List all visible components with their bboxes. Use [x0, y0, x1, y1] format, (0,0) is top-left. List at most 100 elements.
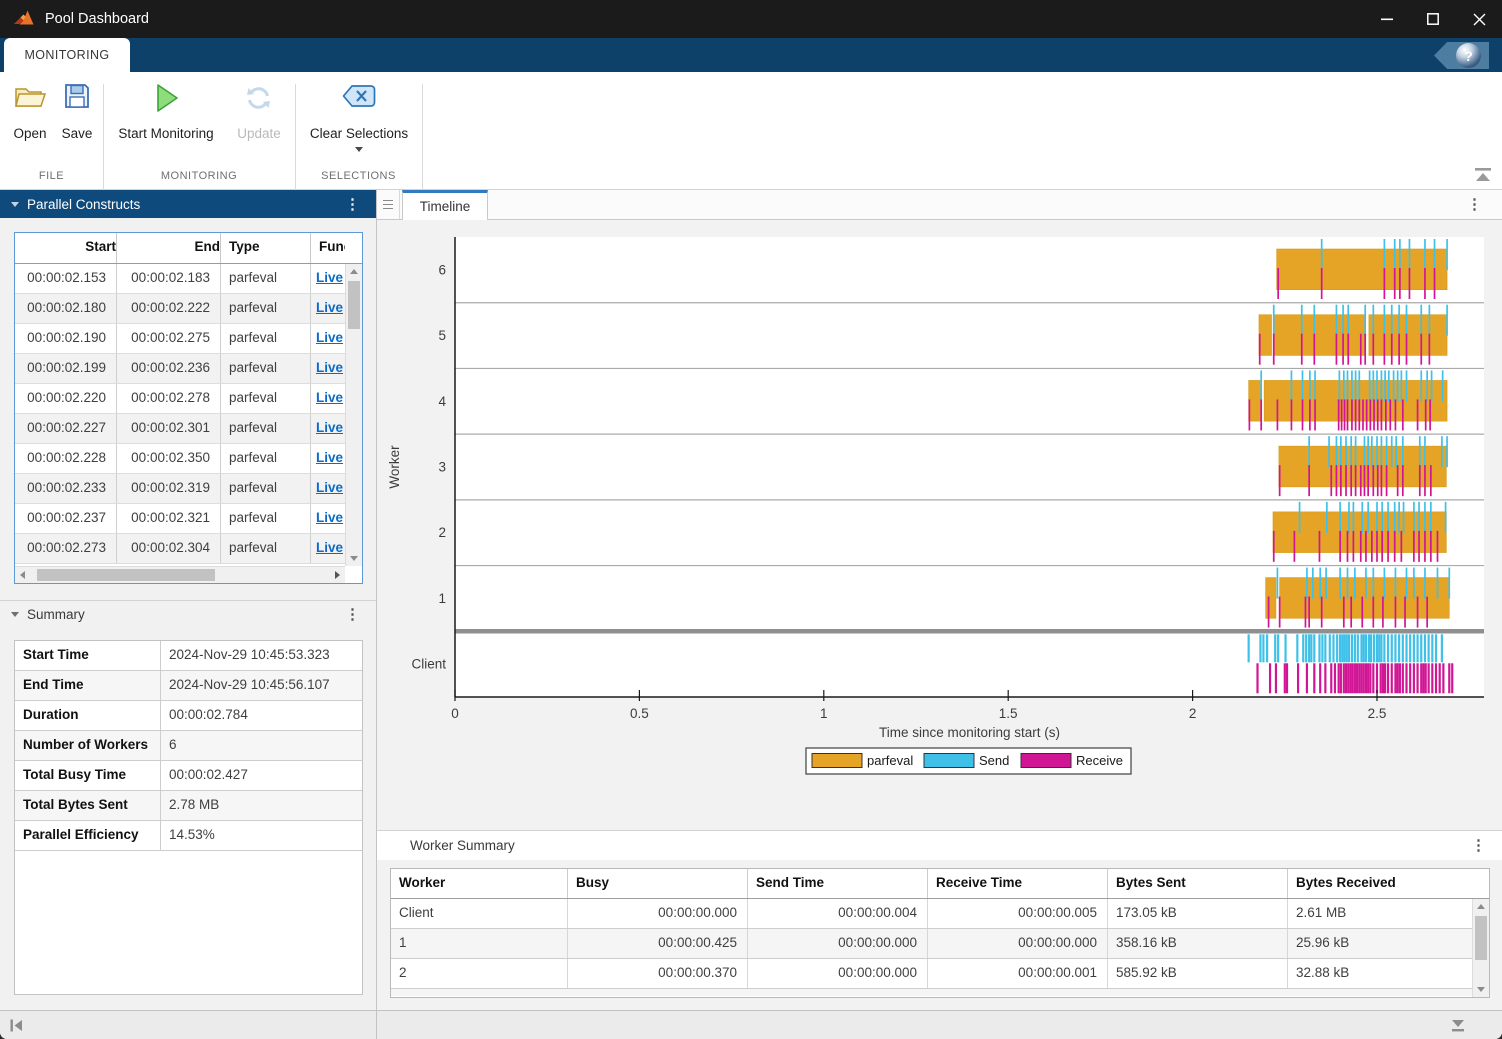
horizontal-scrollbar[interactable]: [15, 566, 345, 583]
vertical-scrollbar[interactable]: [345, 264, 362, 566]
scroll-up-icon[interactable]: [1477, 904, 1485, 909]
chevron-down-icon[interactable]: [355, 147, 363, 152]
table-row[interactable]: 00:00:02.23300:00:02.319parfevalLive: [15, 474, 362, 504]
table-row[interactable]: Client00:00:00.00000:00:00.00400:00:00.0…: [391, 899, 1489, 929]
function-link[interactable]: Live: [316, 390, 343, 405]
start-monitoring-button[interactable]: Start Monitoring: [110, 82, 222, 141]
timeline-chart-svg[interactable]: 00.511.522.5654321ClientTime since monit…: [377, 220, 1502, 830]
clear-selections-button[interactable]: Clear Selections: [302, 82, 416, 152]
summary-value: 00:00:02.427: [161, 761, 362, 790]
column-header-receive-time[interactable]: Receive Time: [928, 869, 1108, 898]
save-icon: [55, 82, 99, 124]
column-header-type[interactable]: Type: [221, 233, 311, 263]
table-row[interactable]: 00:00:02.22000:00:02.278parfevalLive: [15, 384, 362, 414]
maximize-button[interactable]: [1410, 0, 1456, 38]
column-header-bytes-sent[interactable]: Bytes Sent: [1108, 869, 1288, 898]
table-row[interactable]: 00:00:02.18000:00:02.222parfevalLive: [15, 294, 362, 324]
cell-type: parfeval: [221, 414, 311, 443]
collapse-panel-icon[interactable]: [11, 612, 19, 617]
parallel-constructs-header[interactable]: Parallel Constructs ⋮: [0, 190, 376, 218]
table-row[interactable]: 00:00:02.19900:00:02.236parfevalLive: [15, 354, 362, 384]
table-row[interactable]: 00:00:02.23700:00:02.321parfevalLive: [15, 504, 362, 534]
column-header-end[interactable]: End: [117, 233, 221, 263]
cell-receive-time: 00:00:00.001: [928, 959, 1108, 988]
svg-text:Worker: Worker: [387, 445, 402, 489]
function-link[interactable]: Live: [316, 450, 343, 465]
collapse-panel-icon[interactable]: [11, 202, 19, 207]
cell-send-time: 00:00:00.000: [748, 959, 928, 988]
table-row[interactable]: 00:00:02.22800:00:02.350parfevalLive: [15, 444, 362, 474]
window-title: Pool Dashboard: [45, 11, 149, 27]
function-link[interactable]: Live: [316, 480, 343, 495]
scroll-down-icon[interactable]: [1477, 987, 1485, 992]
column-header-function[interactable]: Function: [311, 233, 345, 263]
panel-title: Summary: [27, 607, 85, 622]
open-button[interactable]: Open: [8, 82, 52, 141]
summary-row: Total Busy Time00:00:02.427: [15, 761, 362, 791]
timeline-menu-icon[interactable]: ⋮: [1467, 197, 1482, 212]
cell-start: 00:00:02.227: [15, 414, 117, 443]
function-link[interactable]: Live: [316, 420, 343, 435]
scrollbar-thumb[interactable]: [37, 569, 215, 581]
function-link[interactable]: Live: [316, 360, 343, 375]
open-folder-icon: [8, 82, 52, 124]
table-row[interactable]: 00:00:02.27300:00:02.304parfevalLive: [15, 534, 362, 564]
minimize-button[interactable]: [1364, 0, 1410, 38]
clear-selections-icon: [302, 82, 416, 124]
cell-send-time: 00:00:00.004: [748, 899, 928, 928]
collapse-ribbon-icon[interactable]: [1474, 167, 1492, 183]
scroll-right-icon[interactable]: [335, 571, 340, 579]
group-label-file: FILE: [0, 170, 103, 182]
cell-function: Live: [311, 474, 345, 503]
table-row[interactable]: 00:00:02.15300:00:02.183parfevalLive: [15, 264, 362, 294]
column-header-send-time[interactable]: Send Time: [748, 869, 928, 898]
timeline-chart[interactable]: 00.511.522.5654321ClientTime since monit…: [377, 220, 1502, 830]
column-header-busy[interactable]: Busy: [568, 869, 748, 898]
table-row[interactable]: 00:00:02.19000:00:02.275parfevalLive: [15, 324, 362, 354]
save-button[interactable]: Save: [55, 82, 99, 141]
table-row[interactable]: 200:00:00.37000:00:00.00000:00:00.001585…: [391, 959, 1489, 989]
column-header-worker[interactable]: Worker: [391, 869, 568, 898]
collapse-bottom-icon[interactable]: [1450, 1019, 1466, 1033]
function-link[interactable]: Live: [316, 270, 343, 285]
table-row[interactable]: 100:00:00.42500:00:00.00000:00:00.000358…: [391, 929, 1489, 959]
cell-busy: 00:00:00.000: [568, 899, 748, 928]
collapse-left-icon[interactable]: [9, 1018, 24, 1033]
summary-row: Start Time2024-Nov-29 10:45:53.323: [15, 641, 362, 671]
summary-header[interactable]: Summary ⋮: [0, 600, 376, 628]
help-button[interactable]: ?: [1434, 42, 1489, 69]
scrollbar-thumb[interactable]: [348, 281, 360, 329]
vertical-scrollbar[interactable]: [1472, 899, 1489, 997]
worker-summary-header[interactable]: Worker Summary ⋮: [377, 830, 1502, 860]
cell-function: Live: [311, 504, 345, 533]
scrollbar-thumb[interactable]: [1475, 916, 1487, 960]
cell-end: 00:00:02.304: [117, 534, 221, 563]
minimize-icon: [1381, 13, 1393, 25]
cell-bytes-received: 2.61 MB: [1288, 899, 1489, 928]
scroll-down-icon[interactable]: [350, 556, 358, 561]
worker-summary-table[interactable]: Worker Busy Send Time Receive Time Bytes…: [390, 868, 1490, 998]
summary-row: Total Bytes Sent2.78 MB: [15, 791, 362, 821]
tab-list-icon[interactable]: [377, 190, 400, 219]
close-button[interactable]: [1456, 0, 1502, 38]
group-label-selections: SELECTIONS: [295, 170, 422, 182]
cell-type: parfeval: [221, 294, 311, 323]
function-link[interactable]: Live: [316, 300, 343, 315]
cell-start: 00:00:02.233: [15, 474, 117, 503]
scroll-left-icon[interactable]: [20, 571, 25, 579]
panel-menu-icon[interactable]: ⋮: [345, 197, 360, 212]
panel-menu-icon[interactable]: ⋮: [1471, 838, 1486, 853]
svg-text:6: 6: [438, 262, 446, 277]
tab-monitoring[interactable]: MONITORING: [4, 38, 130, 72]
panel-menu-icon[interactable]: ⋮: [345, 607, 360, 622]
table-row[interactable]: 00:00:02.22700:00:02.301parfevalLive: [15, 414, 362, 444]
parallel-constructs-table[interactable]: Start End Type Function 00:00:02.15300:0…: [14, 232, 363, 584]
function-link[interactable]: Live: [316, 510, 343, 525]
scroll-up-icon[interactable]: [350, 269, 358, 274]
function-link[interactable]: Live: [316, 540, 343, 555]
column-header-bytes-received[interactable]: Bytes Received: [1288, 869, 1489, 898]
svg-text:1: 1: [438, 591, 446, 606]
tab-timeline[interactable]: Timeline: [402, 190, 488, 220]
function-link[interactable]: Live: [316, 330, 343, 345]
column-header-start[interactable]: Start: [15, 233, 117, 263]
